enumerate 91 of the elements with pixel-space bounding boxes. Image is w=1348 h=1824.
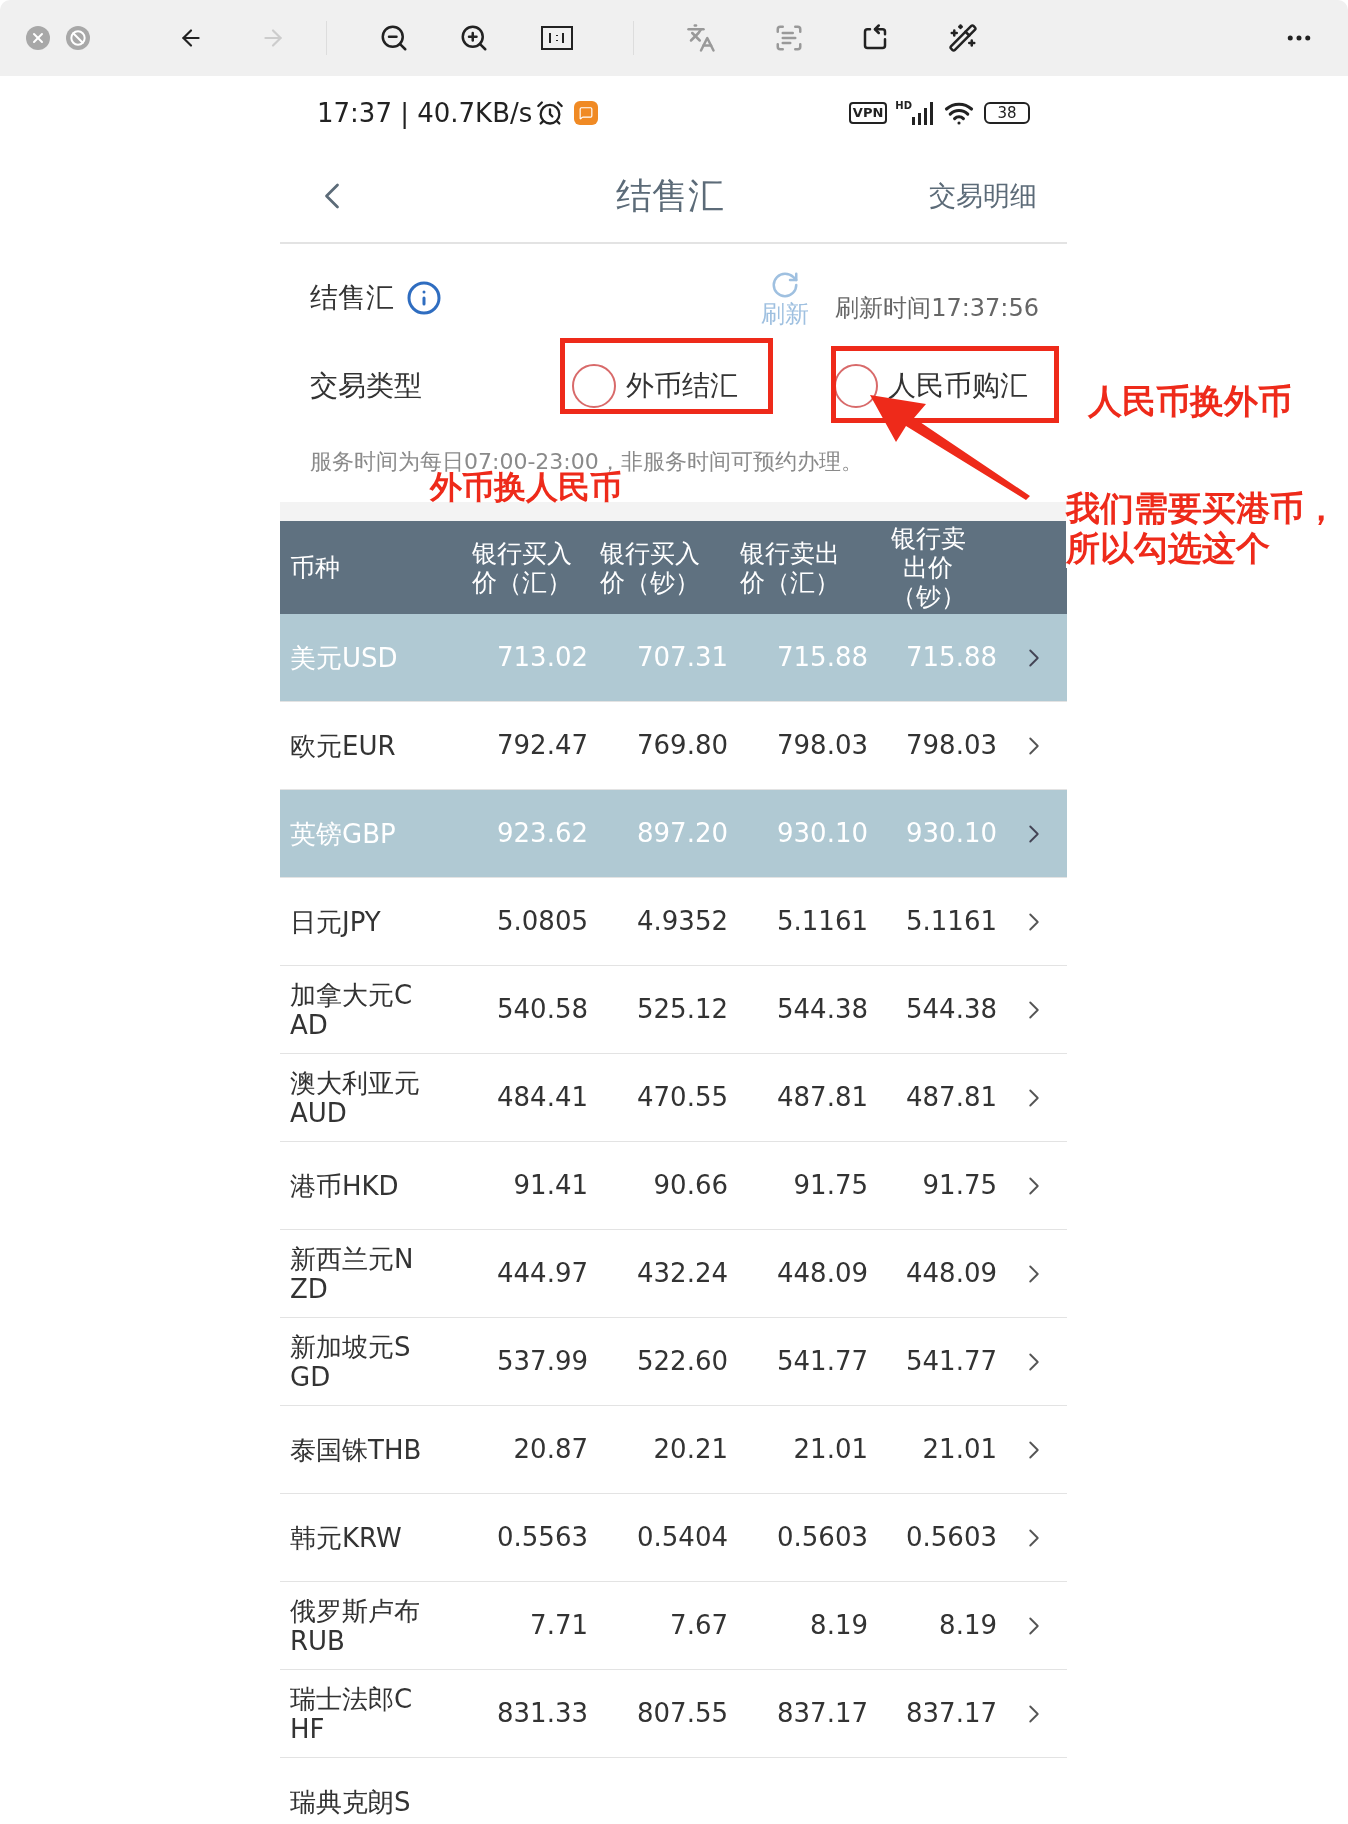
- currency-name: 日元JPY: [290, 906, 382, 937]
- rate-cell-text: 715.88: [776, 641, 868, 674]
- refresh-icon: [770, 270, 801, 300]
- rate-cell-text: 837.17: [776, 1697, 868, 1730]
- type-label: 交易类型: [310, 368, 423, 404]
- status-time: 17:37 | 40.7KB/s: [317, 96, 533, 131]
- zoom-out-icon[interactable]: [379, 23, 409, 53]
- rate-cell-text: 0.5603: [776, 1521, 868, 1554]
- section-label: 结售汇: [310, 280, 394, 316]
- rate-cell-text: 544.38: [905, 993, 997, 1026]
- rate-cell-text: 448.09: [905, 1257, 997, 1290]
- currency-name: 新加坡元SGD: [290, 1331, 412, 1392]
- currency-name: 加拿大元CAD: [290, 979, 414, 1040]
- rate-cell-text: 90.66: [652, 1169, 728, 1202]
- rate-cell-text: 5.1161: [905, 905, 997, 938]
- rate-cell-text: 541.77: [776, 1345, 868, 1378]
- rate-cell-text: 713.02: [496, 641, 588, 674]
- rate-cell-text: 4.9352: [636, 905, 728, 938]
- info-icon[interactable]: [406, 280, 442, 316]
- rate-cell-text: 837.17: [905, 1697, 997, 1730]
- rate-cell-text: 798.03: [776, 729, 868, 762]
- rate-cell-text: 470.55: [636, 1081, 728, 1114]
- rate-cell-text: 0.5404: [636, 1521, 728, 1554]
- currency-name: 韩元KRW: [290, 1522, 403, 1553]
- currency-name: 英镑GBP: [290, 818, 397, 849]
- signal-icon: [912, 101, 934, 125]
- rate-cell-text: 487.81: [776, 1081, 868, 1114]
- rate-cell-text: 8.19: [809, 1609, 868, 1642]
- alarm-icon: [536, 99, 565, 127]
- rate-cell-text: 5.0805: [496, 905, 588, 938]
- column-header: 币种: [290, 553, 341, 582]
- rate-cell-text: 798.03: [905, 729, 997, 762]
- transaction-details-link[interactable]: 交易明细: [929, 175, 1037, 217]
- rate-cell-text: 91.41: [512, 1169, 588, 1202]
- rate-cell-text: 0.5603: [905, 1521, 997, 1554]
- zoom-in-icon[interactable]: [459, 23, 489, 53]
- currency-name: 欧元EUR: [290, 730, 397, 761]
- rate-cell-text: 792.47: [496, 729, 588, 762]
- rate-cell-text: 20.87: [512, 1433, 588, 1466]
- rate-cell-text: 522.60: [636, 1345, 728, 1378]
- rate-cell-text: 831.33: [496, 1697, 588, 1730]
- rate-cell-text: 541.77: [905, 1345, 997, 1378]
- currency-name: 泰国铢THB: [290, 1434, 423, 1465]
- rate-cell-text: 544.38: [776, 993, 868, 1026]
- rate-cell-text: 5.1161: [776, 905, 868, 938]
- rate-cell-text: 432.24: [636, 1257, 728, 1290]
- rate-cell-text: 769.80: [636, 729, 728, 762]
- column-header: 银行买入价（钞）: [600, 538, 701, 597]
- rate-cell-text: 21.01: [921, 1433, 997, 1466]
- rate-cell-text: 0.5563: [496, 1521, 588, 1554]
- magic-wand-icon[interactable]: [948, 23, 978, 53]
- currency-name: 澳大利亚元AUD: [290, 1067, 421, 1128]
- rate-cell-text: 930.10: [776, 817, 868, 850]
- currency-name: 瑞士法郎CHF: [290, 1683, 414, 1744]
- refresh-time: 刷新时间17:37:56: [835, 293, 1039, 324]
- column-header: 银行买入价（汇）: [472, 538, 573, 597]
- vpn-badge: VPN: [848, 102, 888, 124]
- rate-cell-text: 444.97: [496, 1257, 588, 1290]
- currency-name: 美元USD: [290, 642, 399, 673]
- currency-name: 瑞典克朗S: [290, 1786, 412, 1817]
- rate-cell-text: 448.09: [776, 1257, 868, 1290]
- rate-cell-text: 20.21: [652, 1433, 728, 1466]
- rate-cell-text: 715.88: [905, 641, 997, 674]
- currency-name: 新西兰元NZD: [290, 1243, 415, 1304]
- rate-cell-text: 707.31: [636, 641, 728, 674]
- rate-cell-text: 537.99: [496, 1345, 588, 1378]
- page-title: 结售汇: [616, 174, 724, 218]
- rate-cell-text: 923.62: [496, 817, 588, 850]
- rate-cell-text: 540.58: [496, 993, 588, 1026]
- rate-cell-text: 7.67: [669, 1609, 728, 1642]
- rate-cell-text: 91.75: [792, 1169, 868, 1202]
- rate-cell-text: 930.10: [905, 817, 997, 850]
- annotation-label: 人民币换外币: [1088, 380, 1292, 423]
- rate-cell-text: 484.41: [496, 1081, 588, 1114]
- rate-cell-text: 21.01: [792, 1433, 868, 1466]
- rate-cell-text: 487.81: [905, 1081, 997, 1114]
- currency-name: 俄罗斯卢布RUB: [290, 1595, 421, 1656]
- column-header: 银行卖出价（钞）: [889, 524, 967, 611]
- hd-label: HD: [895, 101, 912, 111]
- message-icon: [574, 101, 599, 125]
- rate-cell-text: 525.12: [636, 993, 728, 1026]
- rate-cell-text: 91.75: [921, 1169, 997, 1202]
- battery-icon: 38: [984, 102, 1030, 124]
- currency-name: 港币HKD: [290, 1170, 400, 1201]
- rate-cell-text: 8.19: [938, 1609, 997, 1642]
- rate-cell-text: 807.55: [636, 1697, 728, 1730]
- actual-size-icon[interactable]: [541, 26, 573, 50]
- radio-option[interactable]: 外币结汇: [572, 364, 738, 408]
- rate-cell-text: 897.20: [636, 817, 728, 850]
- column-header: 银行卖出价（汇）: [740, 538, 841, 597]
- rate-cell-text: 7.71: [529, 1609, 588, 1642]
